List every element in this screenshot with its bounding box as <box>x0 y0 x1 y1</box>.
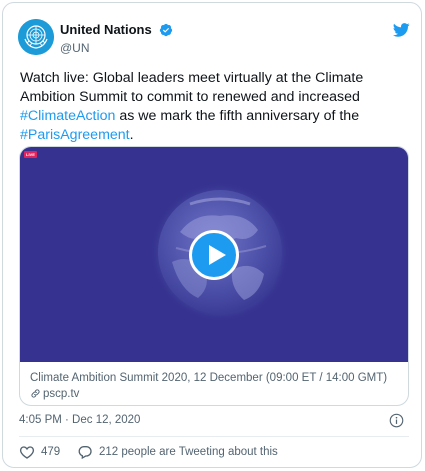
heart-icon <box>19 446 35 459</box>
link-icon <box>31 389 40 399</box>
un-emblem-icon <box>18 19 54 55</box>
card-link-text: pscp.tv <box>43 388 80 400</box>
media-card[interactable]: LIVE Climate Ambition Summit 2020, 12 De… <box>19 146 409 406</box>
tweet-text-part: as we mark the fifth anniversary of the <box>115 108 360 124</box>
info-icon[interactable] <box>389 413 404 428</box>
tweet-timestamp[interactable]: 4:05 PM · Dec 12, 2020 <box>19 414 140 426</box>
author-handle[interactable]: @UN <box>60 41 173 55</box>
play-icon <box>209 245 226 265</box>
twitter-bird-icon[interactable] <box>393 23 410 37</box>
card-title: Climate Ambition Summit 2020, 12 Decembe… <box>30 372 388 384</box>
avatar[interactable] <box>18 19 54 55</box>
author-display-name[interactable]: United Nations <box>60 22 152 37</box>
hashtag-parisagreement[interactable]: #ParisAgreement <box>20 127 130 143</box>
tweeting-about-text: 212 people are Tweeting about this <box>99 446 278 458</box>
tweet-text-part: . <box>129 127 134 143</box>
tweet-text-part: Watch live: Global leaders meet virtuall… <box>20 70 364 105</box>
author-names: United Nations @UN <box>60 21 173 55</box>
like-button[interactable]: 479 <box>19 444 60 460</box>
like-count: 479 <box>41 446 61 458</box>
divider <box>19 436 409 437</box>
card-meta: Climate Ambition Summit 2020, 12 Decembe… <box>30 372 400 400</box>
play-button[interactable] <box>189 230 239 280</box>
video-thumbnail[interactable]: LIVE <box>20 147 408 362</box>
tweet-header: United Nations @UN <box>18 19 410 59</box>
tweet-card: United Nations @UN Watch live: Global le… <box>2 2 422 468</box>
live-badge: LIVE <box>24 151 37 158</box>
card-link[interactable]: pscp.tv <box>30 388 400 400</box>
reply-bubble-icon <box>78 446 92 460</box>
verified-badge-icon <box>160 23 173 36</box>
tweeting-about-button[interactable]: 212 people are Tweeting about this <box>77 444 278 460</box>
tweet-text: Watch live: Global leaders meet virtuall… <box>20 69 410 145</box>
hashtag-climateaction[interactable]: #ClimateAction <box>20 108 115 124</box>
